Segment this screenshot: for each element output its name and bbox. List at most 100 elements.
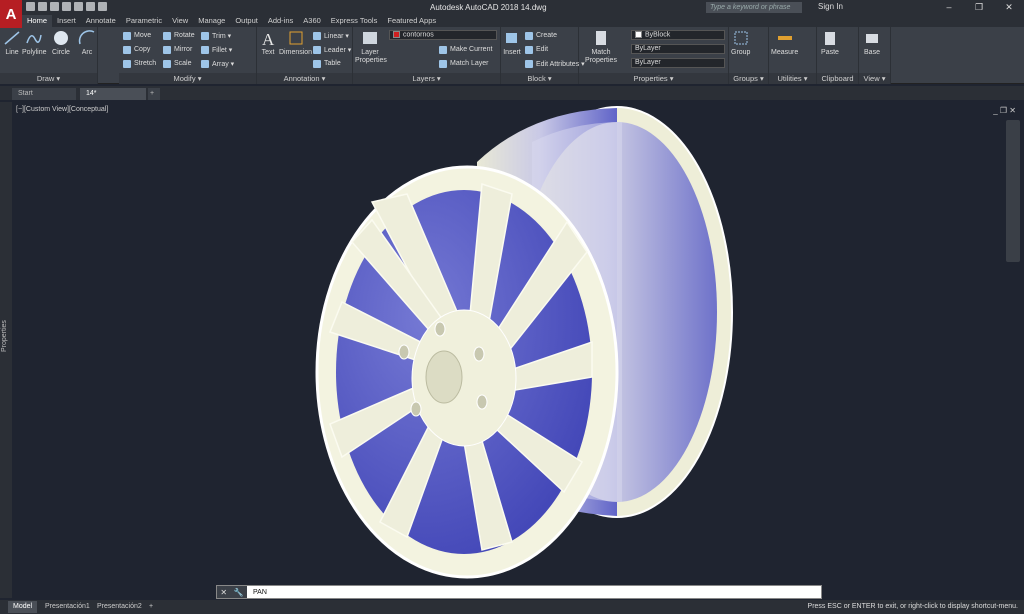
tab-express-tools[interactable]: Express Tools	[326, 15, 383, 27]
modify-panel-title[interactable]: Modify ▾	[119, 73, 256, 84]
base-button[interactable]: Base	[863, 29, 881, 57]
match-layer-button[interactable]: Match Layer	[439, 59, 489, 68]
tab-insert[interactable]: Insert	[52, 15, 81, 27]
arc-tool[interactable]: Arc	[78, 29, 96, 57]
command-line[interactable]: ✕ 🔧 PAN	[216, 585, 822, 599]
drawing-viewport[interactable]	[12, 102, 1024, 585]
saveas-icon[interactable]	[62, 2, 71, 11]
create-icon	[525, 31, 533, 40]
close-button[interactable]: ✕	[994, 0, 1024, 15]
groups-panel-title[interactable]: Groups ▾	[729, 73, 768, 84]
table-label: Table	[324, 60, 341, 67]
trim-button[interactable]: Trim ▾	[201, 31, 231, 40]
viewport-controls[interactable]: _ ❐ ✕	[993, 106, 1016, 115]
measure-button[interactable]: Measure	[771, 29, 798, 57]
tab-drawing[interactable]: 14*	[80, 88, 146, 100]
scale-button[interactable]: Scale	[163, 59, 192, 68]
text-label: Text	[261, 49, 275, 56]
linetype-select[interactable]: ByLayer	[631, 44, 725, 54]
edit-label: Edit	[536, 46, 549, 53]
open-icon[interactable]	[38, 2, 47, 11]
rotate-button[interactable]: Rotate	[163, 31, 195, 40]
line-label: Line	[5, 49, 19, 56]
search-input[interactable]: Type a keyword or phrase	[706, 2, 802, 13]
tab-home[interactable]: Home	[22, 15, 53, 27]
fillet-label: Fillet ▾	[212, 46, 233, 54]
tab-featured-apps[interactable]: Featured Apps	[382, 15, 441, 27]
properties-palette-strip[interactable]: Properties	[0, 102, 12, 598]
move-button[interactable]: Move	[123, 31, 151, 40]
array-button[interactable]: Array ▾	[201, 59, 234, 68]
new-tab-button[interactable]: +	[148, 88, 160, 100]
annotation-panel-title[interactable]: Annotation ▾	[257, 73, 352, 84]
add-layout-button[interactable]: +	[144, 601, 158, 613]
dimension-tool[interactable]: Dimension	[279, 29, 312, 57]
save-icon[interactable]	[50, 2, 59, 11]
view-panel-title[interactable]: View ▾	[859, 73, 890, 84]
create-block-button[interactable]: Create	[525, 31, 557, 40]
stretch-button[interactable]: Stretch	[123, 59, 156, 68]
viewport-label[interactable]: [−][Custom View][Conceptual]	[16, 106, 108, 113]
navigation-bar[interactable]	[1006, 120, 1020, 262]
line-tool[interactable]: Line	[3, 29, 21, 57]
edit-block-button[interactable]: Edit	[525, 45, 548, 54]
measure-label: Measure	[771, 49, 799, 56]
edit-attributes-button[interactable]: Edit Attributes ▾	[525, 59, 585, 68]
restore-button[interactable]: ❐	[964, 0, 994, 15]
tab-start[interactable]: Start	[12, 88, 76, 100]
make-current-label: Make Current	[450, 46, 493, 53]
lineweight-select[interactable]: ByLayer	[631, 58, 725, 68]
rotate-label: Rotate	[174, 32, 195, 39]
insert-block-button[interactable]: Insert	[503, 29, 521, 57]
tab-annotate[interactable]: Annotate	[81, 15, 121, 27]
new-icon[interactable]	[26, 2, 35, 11]
group-icon	[734, 31, 748, 45]
layer-select[interactable]: contornos	[389, 30, 497, 40]
tab-a360[interactable]: A360	[298, 15, 326, 27]
tab-output[interactable]: Output	[230, 15, 263, 27]
match-properties-button[interactable]: Match Properties	[581, 29, 621, 65]
command-line-buttons: ✕ 🔧	[217, 586, 247, 598]
tab-addins[interactable]: Add-ins	[263, 15, 298, 27]
fillet-button[interactable]: Fillet ▾	[201, 45, 232, 54]
linear-button[interactable]: Linear ▾	[313, 31, 349, 40]
tab-view[interactable]: View	[167, 15, 193, 27]
autocad-logo-button[interactable]: A	[0, 0, 22, 28]
leader-button[interactable]: Leader ▾	[313, 45, 351, 54]
table-button[interactable]: Table	[313, 59, 341, 68]
copy-button[interactable]: Copy	[123, 45, 150, 54]
polyline-label: Polyline	[22, 49, 47, 56]
linear-label: Linear ▾	[324, 32, 349, 40]
block-panel-title[interactable]: Block ▾	[501, 73, 578, 84]
close-command-icon[interactable]: ✕	[220, 588, 227, 597]
stretch-icon	[123, 59, 131, 68]
minimize-button[interactable]: –	[934, 0, 964, 15]
wrench-icon[interactable]: 🔧	[234, 588, 244, 597]
tab-presentacion2[interactable]: Presentación2	[92, 601, 147, 613]
draw-panel-title[interactable]: Draw ▾	[0, 73, 97, 84]
tab-presentacion1[interactable]: Presentación1	[40, 601, 95, 613]
signin-button[interactable]: Sign In	[818, 2, 843, 11]
group-button[interactable]: Group	[731, 29, 750, 57]
paste-button[interactable]: Paste	[821, 29, 839, 57]
undo-icon[interactable]	[86, 2, 95, 11]
tab-manage[interactable]: Manage	[193, 15, 230, 27]
array-icon	[201, 59, 209, 68]
make-current-button[interactable]: Make Current	[439, 45, 492, 54]
command-input[interactable]: PAN	[247, 589, 267, 596]
tab-model[interactable]: Model	[8, 601, 38, 613]
tab-parametric[interactable]: Parametric	[121, 15, 167, 27]
plot-icon[interactable]	[74, 2, 83, 11]
polyline-tool[interactable]: Polyline	[22, 29, 47, 57]
circle-tool[interactable]: Circle	[52, 29, 70, 57]
leader-label: Leader ▾	[324, 46, 352, 54]
text-tool[interactable]: A Text	[259, 29, 277, 57]
redo-icon[interactable]	[98, 2, 107, 11]
utilities-panel-title[interactable]: Utilities ▾	[769, 73, 816, 84]
mirror-button[interactable]: Mirror	[163, 45, 192, 54]
layer-properties-button[interactable]: Layer Properties	[355, 29, 387, 65]
properties-panel-title[interactable]: Properties ▾	[579, 73, 728, 84]
clipboard-panel-title[interactable]: Clipboard	[817, 73, 858, 84]
color-select[interactable]: ByBlock	[631, 30, 725, 40]
layers-panel-title[interactable]: Layers ▾	[353, 73, 500, 84]
